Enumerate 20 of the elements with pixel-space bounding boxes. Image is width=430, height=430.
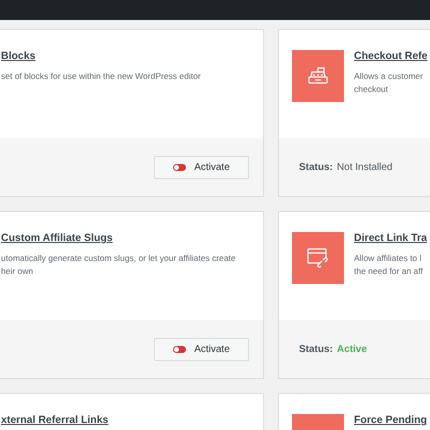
- addon-title-link[interactable]: Blocks: [1, 50, 201, 62]
- status-value: Not Installed: [336, 162, 392, 172]
- cash-register-icon: [307, 67, 329, 85]
- browser-link-icon: [306, 247, 330, 269]
- addon-title-link[interactable]: Force Pending: [354, 414, 427, 426]
- activate-button[interactable]: Activate: [154, 156, 249, 178]
- status-label: Status:: [299, 162, 333, 172]
- addon-description: set of blocks for use within the new WordPress editor: [1, 70, 201, 83]
- addon-title-link[interactable]: Checkout Refe: [354, 50, 428, 62]
- addon-description: Allows a customer checkout: [354, 70, 424, 96]
- toggle-switch[interactable]: [173, 346, 186, 352]
- addon-description: utomatically generate custom slugs, or let your affiliates create heir own: [1, 252, 236, 278]
- addon-description: Allow affiliates to l the need for an aff: [354, 252, 424, 278]
- activate-button[interactable]: Activate: [154, 338, 249, 360]
- status-value: Active: [336, 344, 367, 354]
- toggle-switch[interactable]: [173, 164, 186, 170]
- addon-title-link[interactable]: Custom Affiliate Slugs: [1, 232, 236, 244]
- addon-title-link[interactable]: xternal Referral Links: [1, 414, 108, 426]
- status-label: Status:: [299, 344, 333, 354]
- addon-title-link[interactable]: Direct Link Tra: [354, 232, 427, 244]
